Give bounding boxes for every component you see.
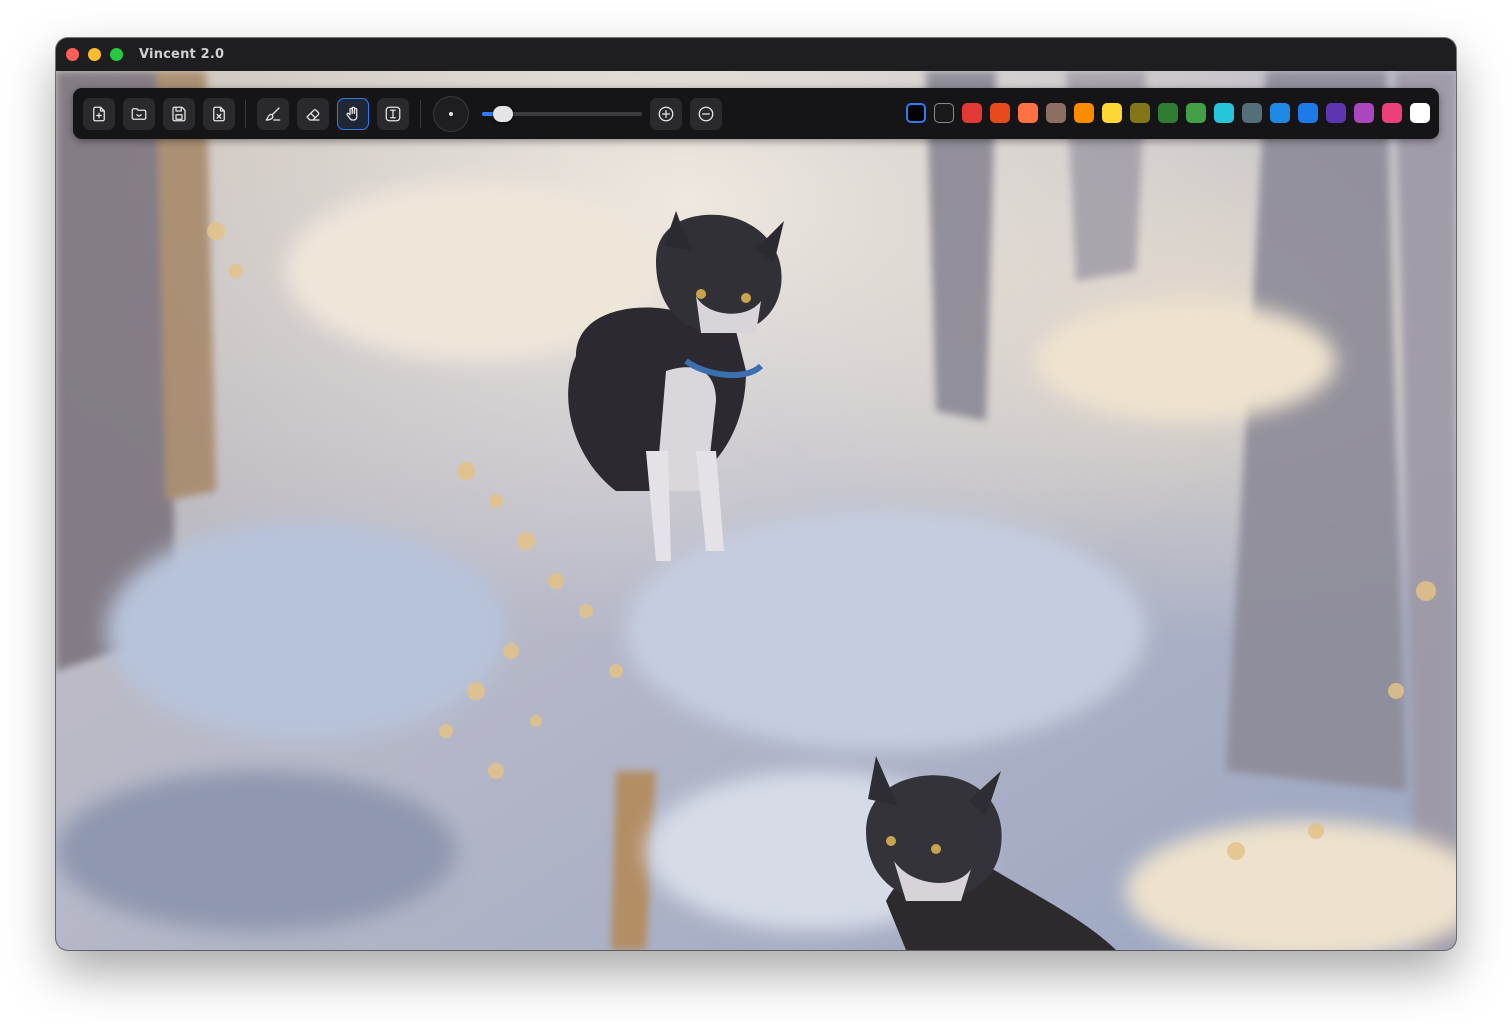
brush-size-preview [433,96,469,132]
color-swatch[interactable] [1326,103,1346,123]
color-swatch[interactable] [1382,103,1402,123]
color-swatch[interactable] [962,103,982,123]
color-swatch[interactable] [934,103,954,123]
toolbar [73,88,1439,139]
color-swatch[interactable] [1298,103,1318,123]
file-plus-icon [93,106,105,122]
minus-circle-icon [698,106,714,122]
folder-open-icon [131,108,147,120]
minimize-window-button[interactable] [88,48,101,61]
eraser-tool-button[interactable] [297,98,329,130]
pan-tool-button[interactable] [337,98,369,130]
window-title: Vincent 2.0 [139,47,225,62]
color-swatch[interactable] [1130,103,1150,123]
zoom-out-button[interactable] [690,98,722,130]
title-bar: Vincent 2.0 [56,38,1456,71]
hand-icon [346,106,358,121]
text-tool-button[interactable] [377,98,409,130]
plus-circle-icon [658,106,674,122]
color-swatch[interactable] [1242,103,1262,123]
color-swatch[interactable] [906,103,926,123]
brush-tool-button[interactable] [257,98,289,130]
color-swatch[interactable] [1354,103,1374,123]
drawing-canvas[interactable] [56,71,1456,950]
brush-size-slider-thumb[interactable] [493,106,514,122]
color-swatch[interactable] [1102,103,1122,123]
text-cursor-icon [385,106,401,122]
brush-icon [265,107,281,121]
color-swatch[interactable] [1158,103,1178,123]
close-window-button[interactable] [66,48,79,61]
close-file-button[interactable] [203,98,235,130]
color-swatch[interactable] [1018,103,1038,123]
toolbar-divider [245,100,246,128]
save-button[interactable] [163,98,195,130]
color-swatch[interactable] [1214,103,1234,123]
canvas-painting [56,71,1456,950]
color-swatch[interactable] [1074,103,1094,123]
zoom-window-button[interactable] [110,48,123,61]
eraser-icon [306,109,320,121]
color-swatch[interactable] [1410,103,1430,123]
toolbar-divider [420,100,421,128]
color-swatch[interactable] [990,103,1010,123]
color-swatch[interactable] [1046,103,1066,123]
traffic-lights [66,48,123,61]
color-swatch[interactable] [1270,103,1290,123]
floppy-disk-icon [172,106,186,122]
open-file-button[interactable] [123,98,155,130]
zoom-in-button[interactable] [650,98,682,130]
new-file-button[interactable] [83,98,115,130]
file-x-icon [213,106,225,122]
color-swatch[interactable] [1186,103,1206,123]
app-window: Vincent 2.0 [56,38,1456,950]
brush-size-dot [449,112,453,116]
brush-size-slider[interactable] [482,106,642,122]
